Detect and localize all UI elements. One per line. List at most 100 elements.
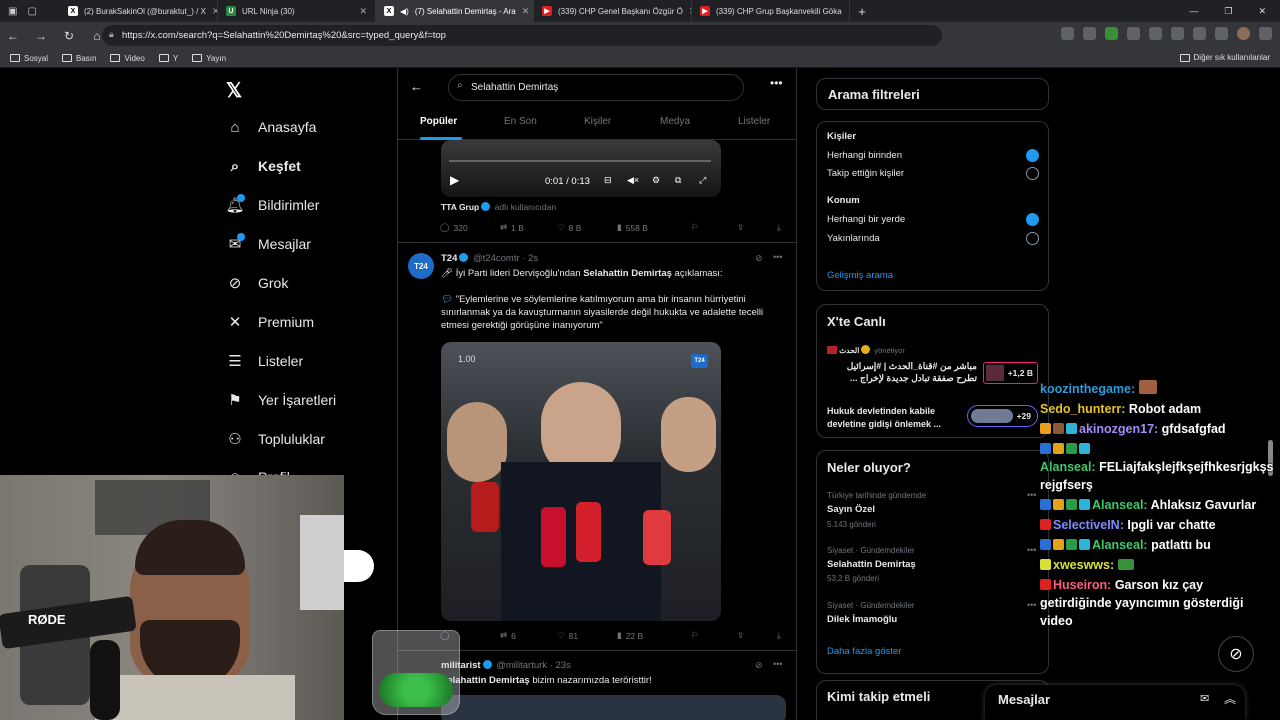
url-field[interactable]: 🔒︎ https://x.com/search?q=Selahattin%20D… <box>102 25 942 46</box>
speaker-icon[interactable]: ◀) <box>400 7 409 16</box>
bookmark-folder[interactable]: Y <box>158 54 178 63</box>
refresh-icon[interactable]: ↻ <box>62 29 76 43</box>
grok-fab-icon[interactable]: ⊘ <box>1218 636 1254 672</box>
extension-icon[interactable] <box>1171 27 1184 40</box>
close-icon[interactable]: ✕ <box>522 6 530 17</box>
nav-premium[interactable]: ✕ Premium <box>226 313 314 331</box>
search-input[interactable]: ⌕ Selahattin Demirtaş <box>448 74 744 101</box>
extension-icon[interactable] <box>1105 27 1118 40</box>
browser-tab[interactable]: ▶(339) CHP Grup Başkanvekili Göka✕ <box>692 0 850 22</box>
nav-notifications[interactable]: 🔔︎ Bildirimler <box>225 194 319 214</box>
favorites-icon[interactable] <box>1193 27 1206 40</box>
maximize-icon[interactable]: ❐ <box>1224 6 1232 17</box>
settings-icon[interactable]: ⚙ <box>652 175 660 186</box>
author-handle[interactable]: @t24comtr · 2s <box>473 253 538 264</box>
nav-messages[interactable]: ✉ Mesajlar <box>226 233 311 253</box>
workspaces-icon[interactable]: ▣ <box>8 6 17 17</box>
nav-grok[interactable]: ⊘ Grok <box>226 274 289 292</box>
trend-name[interactable]: Sayın Özel <box>827 504 875 515</box>
close-window-icon[interactable]: ✕ <box>1258 6 1266 17</box>
extension-icon[interactable] <box>1083 27 1096 40</box>
repost-button[interactable]: ⇄ 6 <box>500 630 557 641</box>
source-name[interactable]: TTA Grup <box>441 202 479 212</box>
extension-icon[interactable] <box>1149 27 1162 40</box>
browser-tab[interactable]: X(2) BurakSakinOl (@buraktut_) / X✕ <box>60 0 218 22</box>
nav-communities[interactable]: ⚇ Topluluklar <box>226 430 325 448</box>
author-name[interactable]: T24 <box>441 253 457 264</box>
profile-avatar[interactable] <box>1237 27 1250 40</box>
forward-icon[interactable]: → <box>34 29 48 43</box>
trend-name[interactable]: Selahattin Demirtaş <box>827 559 916 570</box>
radio-selected[interactable] <box>1026 149 1039 162</box>
extension-icon[interactable] <box>1061 27 1074 40</box>
download-icon[interactable]: ⤓ <box>777 630 781 641</box>
filter-option-label[interactable]: Yakınlarında <box>827 233 880 244</box>
avatar[interactable]: T24 <box>408 253 434 279</box>
views-button[interactable]: ▮ 558 B <box>617 222 691 233</box>
more-options-icon[interactable]: ••• <box>1027 600 1036 610</box>
tweet-media[interactable] <box>441 695 786 720</box>
collections-icon[interactable] <box>1215 27 1228 40</box>
reply-button[interactable]: ◯ 320 <box>440 222 500 233</box>
filter-option-label[interactable]: Takip ettiğin kişiler <box>827 168 904 179</box>
live-listener-badge[interactable]: +1,2 B <box>983 362 1038 384</box>
bookmark-icon[interactable]: ⚐ <box>691 630 737 641</box>
more-options-icon[interactable]: ••• <box>773 252 782 262</box>
close-icon[interactable]: ✕ <box>359 6 367 17</box>
views-button[interactable]: ▮ 22 B <box>617 630 691 641</box>
filter-option-label[interactable]: Herhangi bir yerde <box>827 214 905 225</box>
bookmark-folder[interactable]: Basın <box>62 54 96 63</box>
grok-icon[interactable]: ⊘ <box>755 660 763 671</box>
tab-media[interactable]: Medya <box>660 116 690 127</box>
browser-tab-active[interactable]: X ◀) (7) Selahattin Demirtaş - Ara ✕ <box>376 0 534 22</box>
tab-popular[interactable]: Popüler <box>420 116 457 127</box>
bookmark-folder[interactable]: Yayın <box>192 54 226 63</box>
like-button[interactable]: ♡ 8 B <box>557 222 617 233</box>
more-options-icon[interactable]: ••• <box>1027 490 1036 500</box>
tab-latest[interactable]: En Son <box>504 116 537 127</box>
more-options-icon[interactable]: ••• <box>773 659 782 669</box>
nav-bookmarks[interactable]: ⚑ Yer İşaretleri <box>226 391 336 409</box>
fullscreen-icon[interactable]: ⤢ <box>699 175 706 186</box>
video-progress-bar[interactable] <box>449 160 711 162</box>
more-options-icon[interactable]: ••• <box>1027 545 1036 555</box>
back-icon[interactable]: ← <box>6 29 20 43</box>
radio-unselected[interactable] <box>1026 167 1039 180</box>
share-icon[interactable]: ⇪ <box>737 222 777 233</box>
menu-icon[interactable] <box>1259 27 1272 40</box>
live-item-text[interactable]: Hukuk devletinden kabile devletine gidiş… <box>827 405 959 431</box>
captions-icon[interactable]: ⊟ <box>604 175 612 186</box>
expand-icon[interactable]: ︽ <box>1224 690 1236 707</box>
browser-tab[interactable]: ▶(339) CHP Genel Başkanı Özgür Ö✕ <box>534 0 692 22</box>
browser-tab[interactable]: U URL Ninja (30) ✕ <box>218 0 376 22</box>
pip-icon[interactable]: ⧉ <box>675 175 681 186</box>
bookmark-folder[interactable]: Video <box>110 54 145 63</box>
live-item-text[interactable]: مباشر من #قناة_الحدث | #إسرائيل تطرح صفق… <box>827 360 977 384</box>
nav-explore[interactable]: ⌕ Keşfet <box>226 157 301 175</box>
new-tab-icon[interactable]: + <box>850 4 874 19</box>
filter-option-label[interactable]: Herhangi birinden <box>827 150 902 161</box>
messages-drawer[interactable]: Mesajlar ✉ ︽ <box>985 685 1245 720</box>
x-logo-icon[interactable]: 𝕏 <box>226 78 242 103</box>
tab-lists[interactable]: Listeler <box>738 116 770 127</box>
tweet-video[interactable]: 1.00 T24 <box>441 342 721 621</box>
radio-unselected[interactable] <box>1026 232 1039 245</box>
video-player[interactable]: ▶ 0:01 / 0:13 ⊟ ◀× ⚙ ⧉ ⤢ <box>441 140 721 197</box>
other-favorites[interactable]: Diğer sık kullanılanlar <box>1179 53 1270 62</box>
play-icon[interactable]: ▶ <box>450 173 459 187</box>
download-icon[interactable]: ⤓ <box>777 222 781 233</box>
repost-button[interactable]: ⇄ 1 B <box>500 222 557 233</box>
new-message-icon[interactable]: ✉ <box>1200 692 1209 705</box>
radio-selected[interactable] <box>1026 213 1039 226</box>
live-listener-badge[interactable]: +29 <box>967 405 1038 427</box>
tab-actions-icon[interactable]: ▢ <box>27 6 36 17</box>
bookmark-folder[interactable]: Sosyal <box>10 54 48 63</box>
advanced-search-link[interactable]: Gelişmiş arama <box>827 270 893 281</box>
trend-name[interactable]: Dilek İmamoğlu <box>827 614 897 625</box>
bookmark-icon[interactable]: ⚐ <box>691 222 737 233</box>
like-button[interactable]: ♡ 81 <box>557 630 617 641</box>
grok-icon[interactable]: ⊘ <box>755 253 763 264</box>
volume-icon[interactable]: ◀× <box>627 175 639 186</box>
tab-people[interactable]: Kişiler <box>584 116 611 127</box>
nav-home[interactable]: ⌂ Anasayfa <box>226 118 316 136</box>
